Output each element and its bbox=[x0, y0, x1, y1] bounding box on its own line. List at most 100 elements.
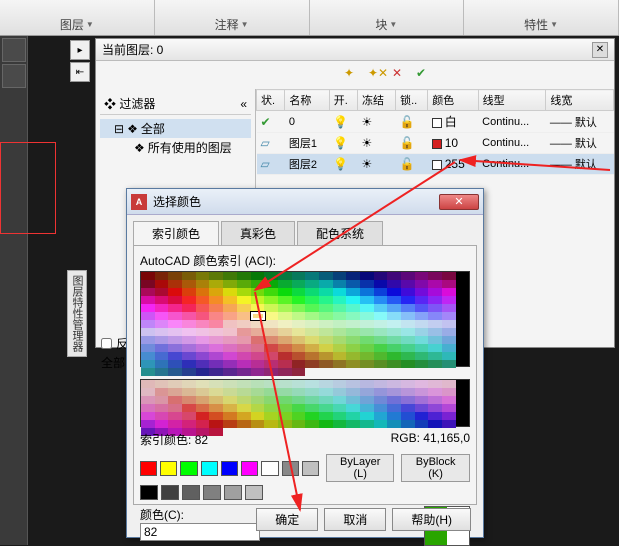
palette-cell[interactable] bbox=[251, 328, 265, 336]
palette-cell[interactable] bbox=[401, 404, 415, 412]
palette-cell[interactable] bbox=[374, 420, 388, 428]
palette-cell[interactable] bbox=[346, 280, 360, 288]
palette-cell[interactable] bbox=[401, 388, 415, 396]
palette-cell[interactable] bbox=[305, 336, 319, 344]
palette-cell[interactable] bbox=[401, 328, 415, 336]
palette-cell[interactable] bbox=[292, 368, 306, 376]
palette-cell[interactable] bbox=[319, 304, 333, 312]
palette-cell[interactable] bbox=[346, 312, 360, 320]
palette-cell[interactable] bbox=[333, 312, 347, 320]
palette-cell[interactable] bbox=[209, 388, 223, 396]
palette-cell[interactable] bbox=[223, 304, 237, 312]
palette-cell[interactable] bbox=[360, 312, 374, 320]
palette-cell[interactable] bbox=[387, 396, 401, 404]
palette-cell[interactable] bbox=[346, 396, 360, 404]
palette-cell[interactable] bbox=[360, 396, 374, 404]
palette-cell[interactable] bbox=[223, 360, 237, 368]
palette-cell[interactable] bbox=[141, 336, 155, 344]
palette-cell[interactable] bbox=[168, 388, 182, 396]
palette-cell[interactable] bbox=[333, 328, 347, 336]
palette-cell[interactable] bbox=[305, 272, 319, 280]
palette-cell[interactable] bbox=[346, 288, 360, 296]
palette-cell[interactable] bbox=[141, 320, 155, 328]
palette-cell[interactable] bbox=[442, 304, 456, 312]
palette-cell[interactable] bbox=[442, 344, 456, 352]
col-lineweight[interactable]: 线宽 bbox=[546, 90, 614, 111]
palette-cell[interactable] bbox=[360, 296, 374, 304]
palette-cell[interactable] bbox=[442, 352, 456, 360]
color-swatch[interactable] bbox=[432, 160, 442, 170]
palette-cell[interactable] bbox=[401, 312, 415, 320]
palette-cell[interactable] bbox=[401, 288, 415, 296]
palette-cell[interactable] bbox=[415, 304, 429, 312]
palette-cell[interactable] bbox=[264, 328, 278, 336]
palette-cell[interactable] bbox=[387, 296, 401, 304]
ribbon-group-block[interactable]: 块 ▼ bbox=[310, 0, 465, 35]
palette-cell[interactable] bbox=[374, 312, 388, 320]
palette-cell[interactable] bbox=[168, 344, 182, 352]
palette-cell[interactable] bbox=[387, 360, 401, 368]
palette-cell[interactable] bbox=[264, 380, 278, 388]
palette-cell[interactable] bbox=[251, 272, 265, 280]
palette-cell[interactable] bbox=[168, 336, 182, 344]
palette-cell[interactable] bbox=[264, 352, 278, 360]
palette-cell[interactable] bbox=[237, 280, 251, 288]
palette-cell[interactable] bbox=[223, 272, 237, 280]
palette-cell[interactable] bbox=[223, 336, 237, 344]
palette-cell[interactable] bbox=[305, 420, 319, 428]
palette-cell[interactable] bbox=[196, 272, 210, 280]
palette-cell[interactable] bbox=[333, 296, 347, 304]
palette-cell[interactable] bbox=[305, 328, 319, 336]
sun-icon[interactable]: ☀ bbox=[362, 136, 373, 150]
palette-cell[interactable] bbox=[182, 328, 196, 336]
palette-cell[interactable] bbox=[196, 328, 210, 336]
help-button[interactable]: 帮助(H) bbox=[392, 508, 471, 531]
invert-filter-checkbox[interactable] bbox=[101, 338, 112, 349]
palette-cell[interactable] bbox=[292, 396, 306, 404]
palette-cell[interactable] bbox=[428, 296, 442, 304]
palette-cell[interactable] bbox=[209, 328, 223, 336]
palette-cell[interactable] bbox=[346, 412, 360, 420]
palette-cell[interactable] bbox=[319, 336, 333, 344]
col-name[interactable]: 名称 bbox=[285, 90, 329, 111]
palette-cell[interactable] bbox=[292, 288, 306, 296]
palette-cell[interactable] bbox=[155, 404, 169, 412]
palette-cell[interactable] bbox=[278, 328, 292, 336]
palette-cell[interactable] bbox=[155, 396, 169, 404]
palette-cell[interactable] bbox=[155, 328, 169, 336]
palette-cell[interactable] bbox=[305, 412, 319, 420]
palette-cell[interactable] bbox=[442, 280, 456, 288]
palette-cell[interactable] bbox=[319, 280, 333, 288]
palette-cell[interactable] bbox=[251, 288, 265, 296]
palette-cell[interactable] bbox=[155, 352, 169, 360]
palette-cell[interactable] bbox=[319, 412, 333, 420]
palette-cell[interactable] bbox=[155, 388, 169, 396]
palette-cell[interactable] bbox=[209, 380, 223, 388]
palette-cell[interactable] bbox=[141, 412, 155, 420]
palette-cell[interactable] bbox=[196, 320, 210, 328]
palette-cell[interactable] bbox=[209, 280, 223, 288]
palette-cell[interactable] bbox=[182, 412, 196, 420]
palette-cell[interactable] bbox=[305, 380, 319, 388]
palette-cell[interactable] bbox=[251, 304, 265, 312]
palette-cell[interactable] bbox=[209, 272, 223, 280]
palette-cell[interactable] bbox=[305, 296, 319, 304]
palette-cell[interactable] bbox=[292, 412, 306, 420]
cancel-button[interactable]: 取消 bbox=[324, 508, 386, 531]
palette-cell[interactable] bbox=[264, 412, 278, 420]
palette-cell[interactable] bbox=[278, 404, 292, 412]
palette-cell[interactable] bbox=[360, 380, 374, 388]
palette-cell[interactable] bbox=[278, 360, 292, 368]
palette-cell[interactable] bbox=[237, 352, 251, 360]
palette-cell[interactable] bbox=[264, 396, 278, 404]
aci-palette-secondary[interactable] bbox=[140, 379, 470, 427]
tree-node-used[interactable]: ❖ 所有使用的图层 bbox=[100, 138, 251, 157]
palette-cell[interactable] bbox=[292, 320, 306, 328]
palette-cell[interactable] bbox=[182, 320, 196, 328]
palette-cell[interactable] bbox=[360, 404, 374, 412]
std-color-swatch[interactable] bbox=[282, 461, 299, 476]
tool-button[interactable] bbox=[2, 64, 26, 88]
palette-cell[interactable] bbox=[264, 360, 278, 368]
col-on[interactable]: 开. bbox=[329, 90, 357, 111]
palette-cell[interactable] bbox=[251, 396, 265, 404]
